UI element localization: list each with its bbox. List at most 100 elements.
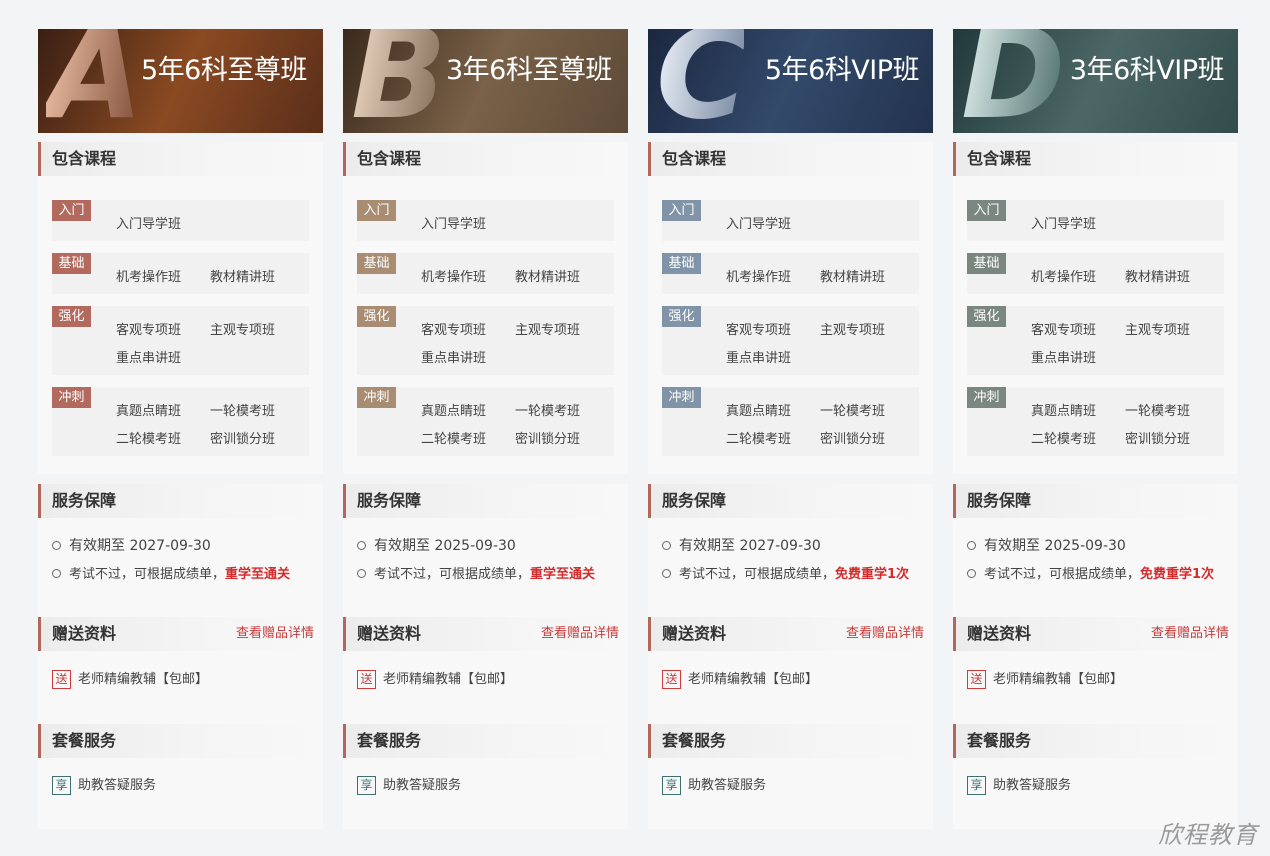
course-item[interactable]: 一轮模考班 bbox=[1125, 400, 1190, 419]
courses-panel: 包含课程 入门 入门导学班 基础 机考操作班 教材精讲班 强化 客观专项班 主观专项班 重点串讲班… bbox=[648, 142, 933, 474]
course-item[interactable]: 重点串讲班 bbox=[1031, 347, 1096, 366]
stage-badge: 冲刺 bbox=[967, 387, 1006, 408]
course-item[interactable]: 主观专项班 bbox=[1125, 319, 1190, 338]
circle-bullet-icon bbox=[357, 569, 366, 578]
course-item[interactable]: 机考操作班 bbox=[116, 266, 181, 285]
course-item[interactable]: 二轮模考班 bbox=[116, 428, 181, 447]
stage-row: 强化 客观专项班 主观专项班 重点串讲班 bbox=[967, 306, 1224, 375]
stage-row: 基础 机考操作班 教材精讲班 bbox=[52, 253, 309, 294]
gift-text: 老师精编教辅【包邮】 bbox=[688, 672, 819, 687]
circle-bullet-icon bbox=[662, 569, 671, 578]
stage-row: 强化 客观专项班 主观专项班 重点串讲班 bbox=[662, 306, 919, 375]
circle-bullet-icon bbox=[52, 541, 61, 550]
service-title: 服务保障 bbox=[648, 484, 933, 518]
course-item[interactable]: 教材精讲班 bbox=[1125, 266, 1190, 285]
course-item[interactable]: 客观专项班 bbox=[116, 319, 181, 338]
plan-card-d[interactable]: D 3年6科VIP班 包含课程 入门 入门导学班 基础 机考操作班 教材精讲班 强化 客观专项班 主… bbox=[953, 29, 1238, 829]
package-text: 助教答疑服务 bbox=[688, 778, 767, 793]
stage-badge: 强化 bbox=[52, 306, 91, 327]
course-item[interactable]: 真题点睛班 bbox=[1031, 400, 1096, 419]
package-row: 享助教答疑服务 bbox=[52, 774, 156, 795]
gifts-title: 赠送资料 查看赠品详情 bbox=[953, 617, 1238, 651]
stage-row: 冲刺 真题点睛班 一轮模考班 二轮模考班 密训锁分班 bbox=[662, 387, 919, 456]
gift-row: 送老师精编教辅【包邮】 bbox=[967, 668, 1123, 689]
course-item[interactable]: 入门导学班 bbox=[116, 213, 181, 232]
course-item[interactable]: 教材精讲班 bbox=[210, 266, 275, 285]
stage-row: 入门入门导学班 bbox=[52, 200, 309, 241]
course-item[interactable]: 一轮模考班 bbox=[210, 400, 275, 419]
gift-details-link[interactable]: 查看赠品详情 bbox=[236, 617, 314, 651]
courses-title: 包含课程 bbox=[343, 142, 628, 176]
course-item[interactable]: 重点串讲班 bbox=[421, 347, 486, 366]
courses-title: 包含课程 bbox=[648, 142, 933, 176]
plan-card-c[interactable]: C 5年6科VIP班 包含课程 入门 入门导学班 基础 机考操作班 教材精讲班 强化 客观专项班 主… bbox=[648, 29, 933, 829]
course-item[interactable]: 二轮模考班 bbox=[726, 428, 791, 447]
stage-row: 基础 机考操作班 教材精讲班 bbox=[662, 253, 919, 294]
stage-badge: 强化 bbox=[357, 306, 396, 327]
guarantee-text: 考试不过，可根据成绩单， bbox=[984, 567, 1141, 582]
course-item[interactable]: 主观专项班 bbox=[515, 319, 580, 338]
course-item[interactable]: 主观专项班 bbox=[210, 319, 275, 338]
validity-row: 有效期至 2027-09-30 bbox=[52, 535, 211, 555]
plan-banner: A 5年6科至尊班 bbox=[38, 29, 323, 133]
validity-row: 有效期至 2025-09-30 bbox=[357, 535, 516, 555]
gift-icon: 送 bbox=[52, 670, 71, 689]
gift-details-link[interactable]: 查看赠品详情 bbox=[846, 617, 924, 651]
course-item[interactable]: 一轮模考班 bbox=[820, 400, 885, 419]
course-item[interactable]: 入门导学班 bbox=[421, 213, 486, 232]
plan-letter: B bbox=[351, 29, 447, 133]
stage-badge: 冲刺 bbox=[52, 387, 91, 408]
plan-card-b[interactable]: B 3年6科至尊班 包含课程 入门 入门导学班 基础 机考操作班 教材精讲班 强化 客观专项班 主观… bbox=[343, 29, 628, 829]
course-item[interactable]: 重点串讲班 bbox=[116, 347, 181, 366]
guarantee-highlight: 重学至通关 bbox=[530, 567, 596, 582]
course-item[interactable]: 密训锁分班 bbox=[210, 428, 275, 447]
package-title: 套餐服务 bbox=[648, 724, 933, 758]
course-item[interactable]: 主观专项班 bbox=[820, 319, 885, 338]
course-item[interactable]: 重点串讲班 bbox=[726, 347, 791, 366]
benefit-icon: 享 bbox=[662, 776, 681, 795]
course-item[interactable]: 密训锁分班 bbox=[820, 428, 885, 447]
stage-badge: 入门 bbox=[52, 200, 91, 221]
guarantee-text: 考试不过，可根据成绩单， bbox=[679, 567, 836, 582]
stage-row: 入门 入门导学班 bbox=[967, 200, 1224, 241]
gifts-title-text: 赠送资料 bbox=[357, 624, 422, 643]
course-item[interactable]: 真题点睛班 bbox=[421, 400, 486, 419]
validity-text: 有效期至 2027-09-30 bbox=[679, 538, 821, 554]
stage-badge: 冲刺 bbox=[357, 387, 396, 408]
package-text: 助教答疑服务 bbox=[78, 778, 157, 793]
course-item[interactable]: 入门导学班 bbox=[1031, 213, 1096, 232]
course-item[interactable]: 真题点睛班 bbox=[726, 400, 791, 419]
course-item[interactable]: 一轮模考班 bbox=[515, 400, 580, 419]
details-panel: 服务保障 有效期至 2025-09-30 考试不过，可根据成绩单，重学至通关 赠送资料… bbox=[343, 484, 628, 829]
courses-title: 包含课程 bbox=[38, 142, 323, 176]
course-item[interactable]: 真题点睛班 bbox=[116, 400, 181, 419]
course-item[interactable]: 客观专项班 bbox=[726, 319, 791, 338]
gifts-title: 赠送资料 查看赠品详情 bbox=[343, 617, 628, 651]
course-item[interactable]: 教材精讲班 bbox=[820, 266, 885, 285]
stage-row: 冲刺真题点睛班 一轮模考班二轮模考班 密训锁分班 bbox=[52, 387, 309, 456]
course-item[interactable]: 客观专项班 bbox=[1031, 319, 1096, 338]
gift-details-link[interactable]: 查看赠品详情 bbox=[541, 617, 619, 651]
validity-text: 有效期至 2025-09-30 bbox=[374, 538, 516, 554]
course-item[interactable]: 机考操作班 bbox=[421, 266, 486, 285]
plan-banner: C 5年6科VIP班 bbox=[648, 29, 933, 133]
course-item[interactable]: 机考操作班 bbox=[1031, 266, 1096, 285]
gift-icon: 送 bbox=[357, 670, 376, 689]
course-item[interactable]: 入门导学班 bbox=[726, 213, 791, 232]
plan-title: 5年6科至尊班 bbox=[141, 55, 307, 86]
course-item[interactable]: 机考操作班 bbox=[726, 266, 791, 285]
course-item[interactable]: 客观专项班 bbox=[421, 319, 486, 338]
course-item[interactable]: 二轮模考班 bbox=[421, 428, 486, 447]
course-item[interactable]: 密训锁分班 bbox=[1125, 428, 1190, 447]
guarantee-highlight: 免费重学1次 bbox=[835, 567, 910, 582]
course-item[interactable]: 二轮模考班 bbox=[1031, 428, 1096, 447]
circle-bullet-icon bbox=[662, 541, 671, 550]
course-item[interactable]: 密训锁分班 bbox=[515, 428, 580, 447]
package-text: 助教答疑服务 bbox=[993, 778, 1072, 793]
gift-details-link[interactable]: 查看赠品详情 bbox=[1151, 617, 1229, 651]
plan-card-a[interactable]: A 5年6科至尊班 包含课程 入门 入门导学班 基础 机考操作班 教材精讲班 强化 客观专项班 主观… bbox=[38, 29, 323, 829]
course-item[interactable]: 教材精讲班 bbox=[515, 266, 580, 285]
plan-cards: A 5年6科至尊班 包含课程 入门 入门导学班 基础 机考操作班 教材精讲班 强化 客观专项班 主观… bbox=[38, 29, 1238, 829]
courses-panel: 包含课程 入门 入门导学班 基础 机考操作班 教材精讲班 强化 客观专项班 主观专项班 重点串讲班… bbox=[953, 142, 1238, 474]
plan-banner: B 3年6科至尊班 bbox=[343, 29, 628, 133]
